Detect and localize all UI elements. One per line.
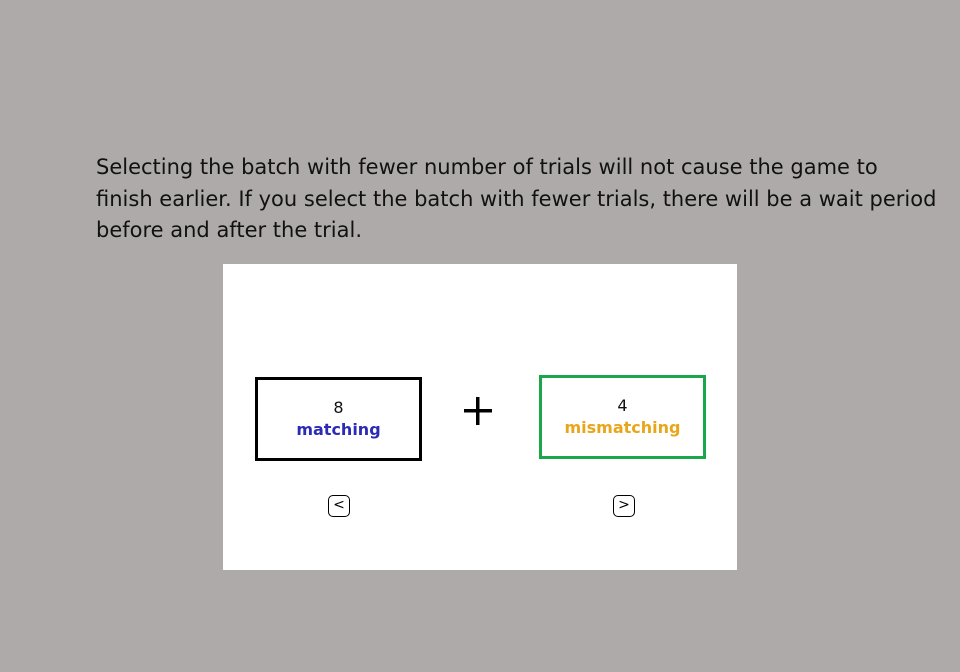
instructions-text: Selecting the batch with fewer number of… bbox=[96, 152, 956, 247]
plus-icon bbox=[464, 397, 492, 425]
game-panel: 8 matching 4 mismatching < > bbox=[223, 264, 737, 570]
instructions-line-1: Selecting the batch with fewer number of… bbox=[96, 155, 878, 179]
instructions-line-2: finish earlier. If you select the batch … bbox=[96, 186, 937, 211]
left-batch-label: matching bbox=[296, 420, 381, 439]
left-batch-option[interactable]: 8 matching bbox=[255, 377, 422, 461]
right-batch-count: 4 bbox=[617, 396, 628, 415]
right-arrow-key[interactable]: > bbox=[613, 495, 635, 517]
right-batch-option[interactable]: 4 mismatching bbox=[539, 375, 706, 459]
left-batch-count: 8 bbox=[333, 398, 344, 417]
left-arrow-key[interactable]: < bbox=[328, 495, 350, 517]
right-batch-label: mismatching bbox=[564, 418, 681, 437]
instructions-line-3: before and after the trial. bbox=[96, 218, 363, 242]
